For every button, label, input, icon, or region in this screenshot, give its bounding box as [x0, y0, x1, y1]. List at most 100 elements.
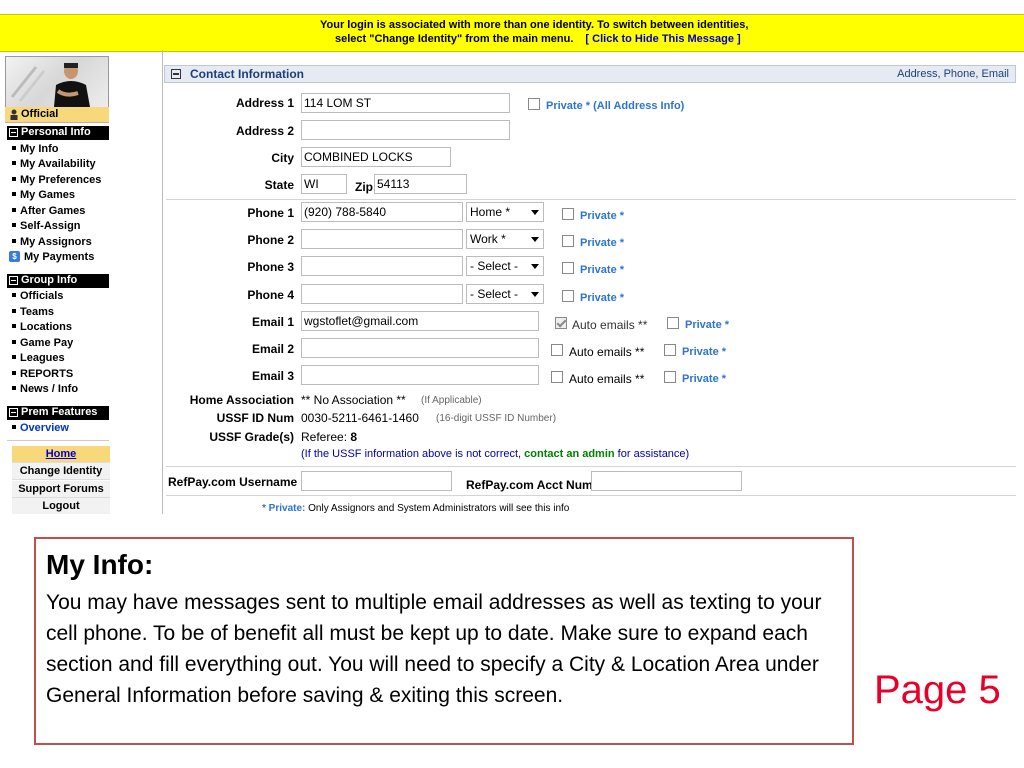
- nav-officials[interactable]: Officials: [12, 290, 63, 302]
- nav-my-payments-label: My Payments: [24, 251, 95, 263]
- divider: [7, 440, 109, 441]
- phone3-private-label: Private *: [580, 264, 625, 276]
- banner-line-2: select "Change Identity" from the main m…: [335, 33, 741, 45]
- group-info-header[interactable]: Group Info: [7, 274, 109, 288]
- phone1-type-select[interactable]: Home *: [466, 202, 544, 222]
- ussf-note-text-a: (If the USSF information above is not co…: [301, 448, 525, 460]
- email3-label: Email 3: [251, 369, 294, 383]
- nav-news-info[interactable]: News / Info: [12, 383, 78, 395]
- user-icon: [10, 109, 18, 120]
- banner-line-1: Your login is associated with more than …: [320, 19, 749, 31]
- phone2-type-select[interactable]: Work *: [466, 229, 544, 249]
- email1-auto-checkbox[interactable]: [555, 317, 567, 329]
- phone4-private-checkbox[interactable]: [562, 290, 574, 302]
- phone1-private-checkbox[interactable]: [562, 208, 574, 220]
- personal-info-header[interactable]: Personal Info: [7, 126, 109, 140]
- city-input[interactable]: COMBINED LOCKS: [301, 147, 451, 167]
- collapse-icon: [9, 408, 18, 417]
- zip-label: Zip: [355, 180, 373, 194]
- chevron-down-icon: [531, 210, 539, 215]
- change-identity-button[interactable]: Change Identity: [12, 463, 110, 480]
- phone2-private-label: Private *: [580, 237, 625, 249]
- support-forums-button[interactable]: Support Forums: [12, 481, 110, 498]
- address2-input[interactable]: [301, 120, 510, 140]
- home-association-label: Home Association: [189, 393, 294, 407]
- home-button[interactable]: Home: [12, 446, 110, 463]
- chevron-down-icon: [531, 264, 539, 269]
- page-number: Page 5: [874, 668, 1001, 712]
- contact-admin-link[interactable]: contact an admin: [524, 448, 614, 460]
- email2-private-checkbox[interactable]: [664, 344, 676, 356]
- email1-private-checkbox[interactable]: [667, 317, 679, 329]
- state-input[interactable]: WI: [301, 174, 347, 194]
- refpay-acct-label: RefPay.com Acct Num: [466, 478, 593, 492]
- private-footnote-label: * Private:: [262, 503, 306, 514]
- nav-reports[interactable]: REPORTS: [12, 368, 73, 380]
- home-association-value: ** No Association **: [301, 393, 406, 407]
- payment-icon: $: [9, 250, 20, 262]
- address1-input[interactable]: 114 LOM ST: [301, 93, 510, 113]
- nav-my-info[interactable]: My Info: [12, 143, 59, 155]
- address1-label: Address 1: [235, 96, 294, 110]
- nav-overview[interactable]: Overview: [12, 422, 69, 434]
- contact-info-summary: Address, Phone, Email: [897, 68, 1009, 80]
- phone4-type-select[interactable]: - Select -: [466, 284, 544, 304]
- phone3-type-select[interactable]: - Select -: [466, 256, 544, 276]
- nav-locations[interactable]: Locations: [12, 321, 72, 333]
- nav-my-assignors[interactable]: My Assignors: [12, 236, 92, 248]
- email3-input[interactable]: [301, 365, 539, 385]
- prem-features-label: Prem Features: [21, 406, 98, 418]
- nav-self-assign[interactable]: Self-Assign: [12, 220, 81, 232]
- user-photo: [5, 56, 109, 108]
- home-association-hint: (If Applicable): [421, 395, 482, 406]
- divider: [166, 495, 1016, 496]
- zip-input[interactable]: 54113: [374, 174, 467, 194]
- phone1-input[interactable]: (920) 788-5840: [301, 202, 463, 222]
- email1-private-label: Private *: [685, 319, 730, 331]
- hide-message-link[interactable]: [ Click to Hide This Message ]: [585, 33, 740, 45]
- prem-features-header[interactable]: Prem Features: [7, 406, 109, 420]
- refpay-acct-input[interactable]: [591, 471, 742, 491]
- ussf-id-value: 0030-5211-6461-1460: [301, 411, 419, 425]
- nav-my-preferences[interactable]: My Preferences: [12, 174, 101, 186]
- nav-leagues[interactable]: Leagues: [12, 352, 65, 364]
- collapse-icon[interactable]: [171, 69, 181, 79]
- callout-box: My Info: You may have messages sent to m…: [34, 537, 854, 745]
- phone1-label: Phone 1: [247, 206, 294, 220]
- phone4-input[interactable]: [301, 284, 463, 304]
- email3-private-checkbox[interactable]: [664, 371, 676, 383]
- phone2-input[interactable]: [301, 229, 463, 249]
- contact-info-header[interactable]: Contact Information Address, Phone, Emai…: [164, 65, 1016, 83]
- nav-my-payments[interactable]: $ My Payments: [9, 250, 95, 263]
- refpay-username-label: RefPay.com Username: [168, 475, 298, 489]
- email3-auto-checkbox[interactable]: [551, 371, 563, 383]
- phone1-private-label: Private *: [580, 210, 625, 222]
- ussf-id-label: USSF ID Num: [216, 411, 294, 425]
- nav-my-availability[interactable]: My Availability: [12, 158, 96, 170]
- phone3-label: Phone 3: [247, 260, 294, 274]
- address2-label: Address 2: [235, 124, 294, 138]
- nav-teams[interactable]: Teams: [12, 306, 54, 318]
- logout-button[interactable]: Logout: [12, 498, 110, 515]
- email1-input[interactable]: wgstoflet@gmail.com: [301, 311, 539, 331]
- nav-my-games[interactable]: My Games: [12, 189, 75, 201]
- refpay-username-input[interactable]: [301, 471, 452, 491]
- email2-auto-checkbox[interactable]: [551, 344, 563, 356]
- contact-info-title: Contact Information: [190, 67, 304, 81]
- ussf-note-text-b: for assistance): [614, 448, 690, 460]
- phone3-private-checkbox[interactable]: [562, 262, 574, 274]
- phone2-label: Phone 2: [247, 233, 294, 247]
- divider: [166, 199, 1016, 200]
- private-address-label: Private * (All Address Info): [546, 100, 685, 112]
- email2-label: Email 2: [251, 342, 294, 356]
- email2-input[interactable]: [301, 338, 539, 358]
- private-address-checkbox[interactable]: [528, 98, 540, 110]
- phone3-input[interactable]: [301, 256, 463, 276]
- nav-game-pay[interactable]: Game Pay: [12, 337, 73, 349]
- phone1-type-value: Home *: [470, 205, 511, 219]
- phone2-private-checkbox[interactable]: [562, 235, 574, 247]
- phone4-type-value: - Select -: [470, 287, 519, 301]
- official-bar[interactable]: Official: [5, 107, 109, 123]
- nav-after-games[interactable]: After Games: [12, 205, 85, 217]
- group-info-label: Group Info: [21, 274, 78, 286]
